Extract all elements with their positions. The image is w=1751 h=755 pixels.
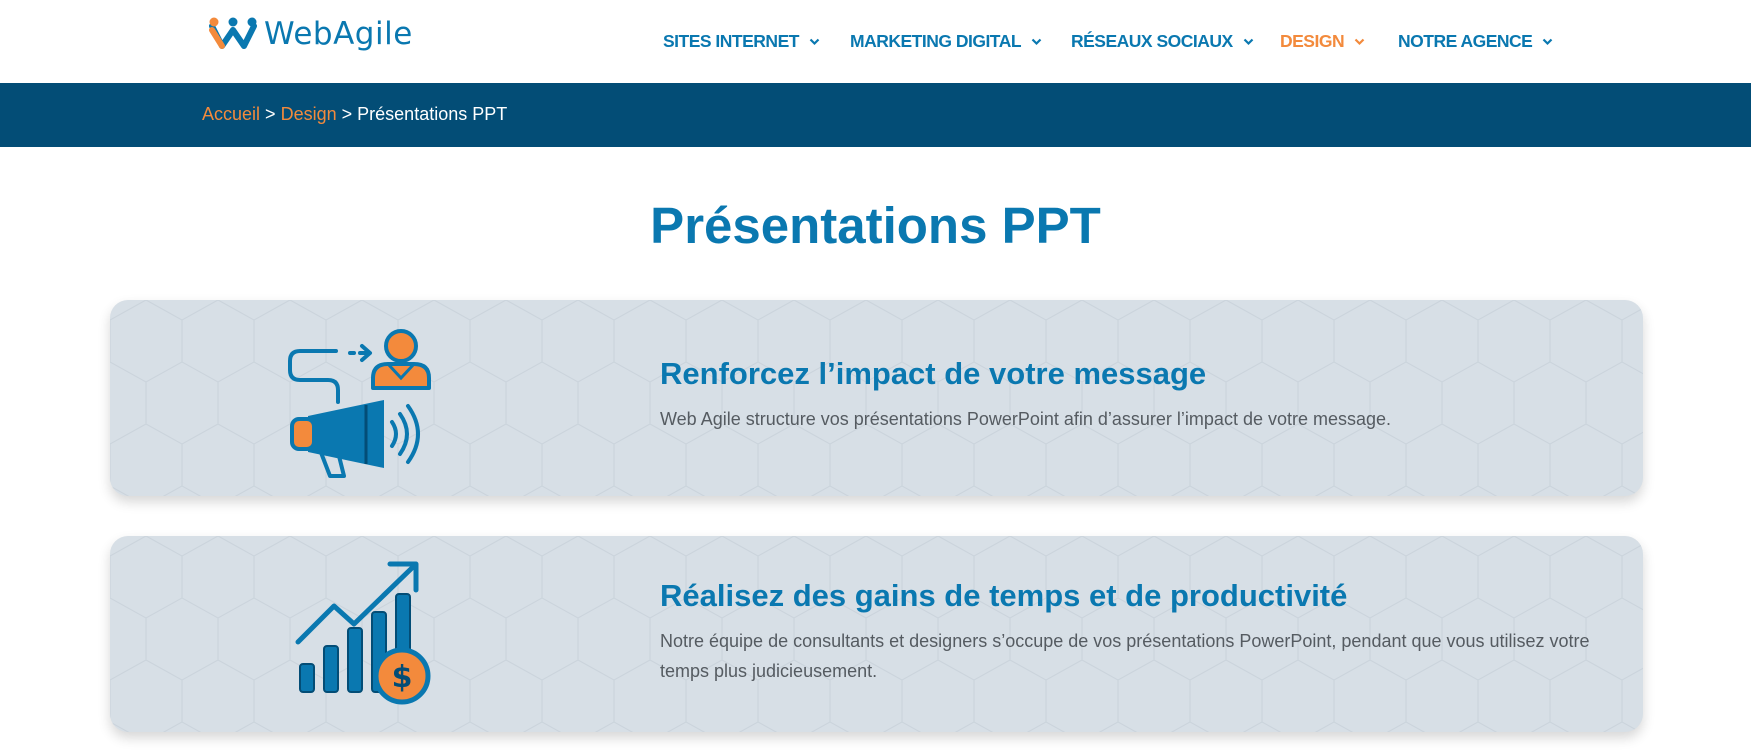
nav-item-reseaux-sociaux[interactable]: RÉSEAUX SOCIAUX: [1071, 31, 1254, 52]
chevron-down-icon: [1031, 38, 1042, 46]
breadcrumb-bar: Accueil > Design > Présentations PPT: [0, 83, 1751, 147]
main-nav: SITES INTERNET MARKETING DIGITAL RÉSEAUX…: [0, 31, 1751, 57]
feature-card-productivity: $ Réalisez des gains de temps et de prod…: [110, 536, 1643, 732]
breadcrumb-separator: >: [341, 104, 353, 124]
site-header: WebAgile SITES INTERNET MARKETING DIGITA…: [0, 0, 1751, 83]
breadcrumb-design-link[interactable]: Design: [281, 104, 337, 124]
card-description: Notre équipe de consultants et designers…: [660, 631, 1590, 681]
card-title: Réalisez des gains de temps et de produc…: [660, 578, 1348, 613]
breadcrumb-current: Présentations PPT: [357, 104, 508, 124]
breadcrumb: Accueil > Design > Présentations PPT: [202, 104, 507, 125]
nav-item-label: SITES INTERNET: [663, 31, 799, 51]
breadcrumb-home-link[interactable]: Accueil: [202, 104, 260, 124]
nav-item-label: RÉSEAUX SOCIAUX: [1071, 31, 1233, 51]
growth-chart-dollar-icon: $: [295, 561, 431, 705]
card-title: Renforcez l’impact de votre message: [660, 356, 1207, 391]
nav-item-label: MARKETING DIGITAL: [850, 31, 1022, 51]
svg-text:$: $: [392, 660, 413, 695]
nav-item-label: DESIGN: [1280, 31, 1345, 51]
feature-card-impact: Renforcez l’impact de votre message Web …: [110, 300, 1643, 496]
nav-item-sites-internet[interactable]: SITES INTERNET: [663, 31, 820, 52]
chevron-down-icon: [1243, 38, 1254, 46]
card-description: Web Agile structure vos présentations Po…: [660, 409, 1392, 429]
nav-item-notre-agence[interactable]: NOTRE AGENCE: [1398, 31, 1553, 52]
megaphone-audience-icon: [288, 329, 431, 478]
page-title: Présentations PPT: [650, 197, 1101, 254]
chevron-down-icon: [1354, 38, 1365, 46]
chevron-down-icon: [1542, 38, 1553, 46]
nav-item-marketing-digital[interactable]: MARKETING DIGITAL: [850, 31, 1042, 52]
breadcrumb-separator: >: [265, 104, 276, 124]
chevron-down-icon: [809, 38, 820, 46]
nav-item-design[interactable]: DESIGN: [1280, 31, 1365, 52]
nav-item-label: NOTRE AGENCE: [1398, 31, 1533, 51]
